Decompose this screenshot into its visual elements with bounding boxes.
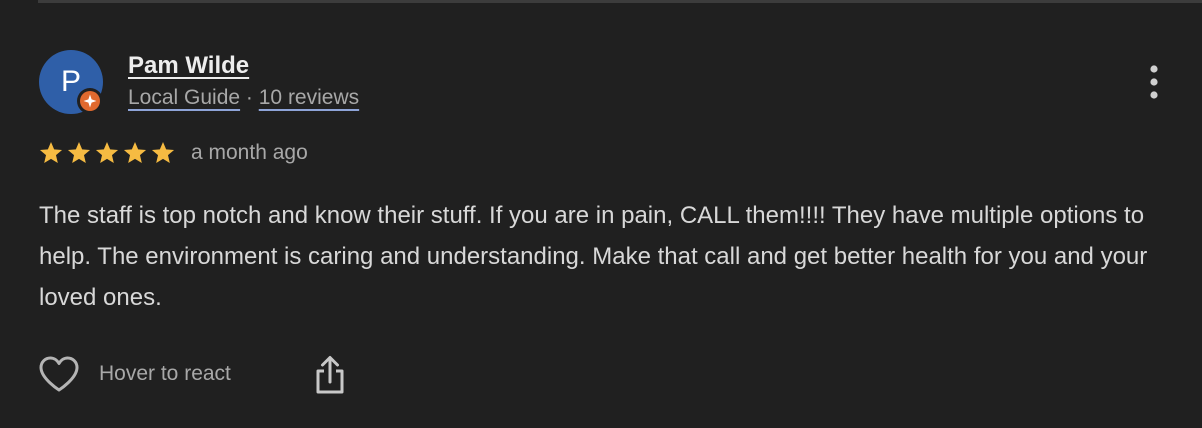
- react-label: Hover to react: [99, 362, 231, 385]
- review-text: The staff is top notch and know their st…: [39, 202, 1148, 311]
- more-options-button[interactable]: [1140, 62, 1168, 102]
- reviews-count-link[interactable]: 10 reviews: [259, 86, 359, 109]
- star-filled-icon: [67, 141, 91, 163]
- star-filled-icon: [123, 141, 147, 163]
- rating-row: a month ago: [38, 138, 308, 168]
- star-rating: [38, 140, 176, 166]
- heart-outline-icon: [39, 356, 79, 392]
- more-vertical-icon: [1150, 65, 1158, 99]
- local-guide-link[interactable]: Local Guide: [128, 86, 240, 109]
- divider: [38, 0, 1202, 3]
- like-button[interactable]: [38, 353, 80, 395]
- star-filled-icon: [95, 141, 119, 163]
- local-guide-badge-icon: [77, 88, 103, 114]
- share-button[interactable]: [312, 354, 348, 396]
- share-icon: [316, 356, 344, 394]
- author-meta: Local Guide · 10 reviews: [128, 86, 359, 110]
- review-card: P Pam Wilde Local Guide · 10 reviews a m…: [0, 0, 1202, 428]
- author-name-link[interactable]: Pam Wilde: [128, 52, 249, 80]
- meta-separator: ·: [240, 86, 259, 109]
- star-filled-icon: [39, 141, 63, 163]
- star-filled-icon: [151, 141, 175, 163]
- react-row: Hover to react: [38, 352, 231, 396]
- review-timestamp: a month ago: [191, 141, 308, 164]
